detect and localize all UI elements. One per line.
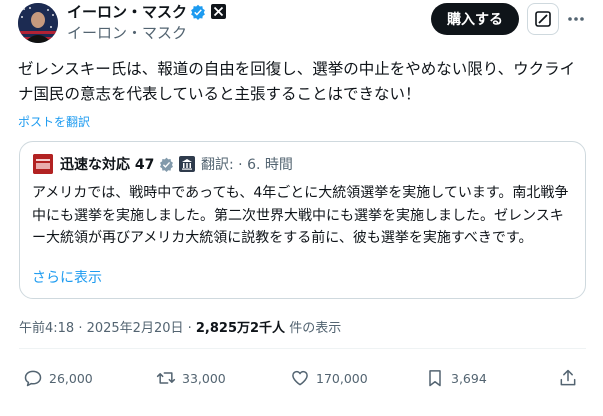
post-meta-line: 午前4:18 · 2025年2月20日 · 2,825万2千人 件の表示 xyxy=(19,317,341,336)
author-avatar[interactable] xyxy=(18,3,58,43)
share-icon xyxy=(560,369,576,386)
x-affiliate-badge-icon xyxy=(211,4,226,19)
translate-post-link[interactable]: ポストを翻訳 xyxy=(18,113,90,130)
repost-icon xyxy=(156,372,176,384)
quoted-post-text: アメリカでは、戦時中であっても、4年ごとに大統領選挙を実施しています。南北戦争中… xyxy=(32,185,569,246)
show-more-link[interactable]: さらに表示 xyxy=(32,267,102,287)
bookmark-icon xyxy=(429,370,441,387)
subscribe-button[interactable]: 購入する xyxy=(431,3,519,35)
repost-button[interactable]: 33,000 xyxy=(156,366,226,390)
post-timestamp[interactable]: 午前4:18 · 2025年2月20日 · xyxy=(19,321,196,336)
repost-count: 33,000 xyxy=(182,370,226,386)
grok-button[interactable] xyxy=(527,3,559,35)
grok-icon xyxy=(535,11,551,27)
quoted-post-meta: 翻訳: · 6. 時間 xyxy=(201,157,293,173)
divider xyxy=(19,348,586,349)
post-text: ゼレンスキー氏は、報道の自由を回復し、選挙の中止をやめない限り、ウクライナ国民の… xyxy=(18,60,576,103)
government-building-icon xyxy=(179,156,195,172)
bookmark-count: 3,694 xyxy=(451,370,487,386)
like-count: 170,000 xyxy=(316,370,368,386)
view-count-suffix: 件の表示 xyxy=(285,321,342,336)
verified-badge-icon xyxy=(191,4,205,20)
like-button[interactable]: 170,000 xyxy=(290,366,368,390)
author-handle[interactable]: イーロン・マスク xyxy=(67,22,187,43)
reply-count: 26,000 xyxy=(49,370,93,386)
more-dots-icon xyxy=(568,17,584,21)
quoted-post[interactable]: 迅速な対応 47 翻訳: · 6. 時間 アメリカでは、戦時中であっても、4年ご… xyxy=(19,141,586,299)
more-options-button[interactable] xyxy=(565,8,587,30)
verified-badge-icon xyxy=(160,157,173,172)
quoted-author-avatar xyxy=(33,154,53,174)
reply-button[interactable]: 26,000 xyxy=(23,366,93,390)
share-button[interactable] xyxy=(558,366,584,390)
reply-icon xyxy=(24,370,42,387)
post-header: イーロン・マスク イーロン・マスク 購入する xyxy=(0,0,603,56)
heart-icon xyxy=(292,370,308,386)
author-name[interactable]: イーロン・マスク xyxy=(67,1,187,22)
quoted-author-name: 迅速な対応 47 xyxy=(60,157,155,173)
view-count: 2,825万2千人 xyxy=(195,321,286,336)
bookmark-button[interactable]: 3,694 xyxy=(425,366,487,390)
